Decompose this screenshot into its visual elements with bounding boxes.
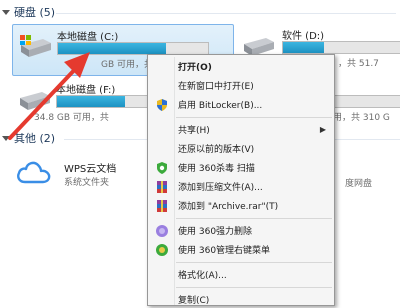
shield-icon xyxy=(157,99,167,111)
360-antivirus-icon xyxy=(157,162,167,174)
menu-item-bitlocker[interactable]: 启用 BitLocker(B)... xyxy=(150,96,332,113)
menu-separator xyxy=(176,262,332,263)
drive-c-usage-fill xyxy=(58,43,166,54)
wps-cloud-name: WPS云文档 xyxy=(64,164,117,175)
menu-item-add-archive-rar[interactable]: 添加到 "Archive.rar"(T) xyxy=(150,197,332,214)
drive-c-info: GB 可用，共 xyxy=(101,60,154,70)
collapse-arrow-icon[interactable] xyxy=(2,135,10,141)
other-header[interactable]: 其他 (2) xyxy=(2,130,55,146)
menu-item-360-manage[interactable]: 使用 360管理右键菜单 xyxy=(150,241,332,258)
menu-item-label: 打开(O) xyxy=(178,63,212,73)
drive-c-name: 本地磁盘 (C:) xyxy=(57,32,119,43)
drive-f-info: 34.8 GB 可用，共 xyxy=(34,113,109,123)
menu-item-restore-versions[interactable]: 还原以前的版本(V) xyxy=(150,140,332,157)
drive-d-info: ，共 51.7 xyxy=(338,59,379,69)
drive-f-usage-fill xyxy=(57,96,125,107)
other-label: 其他 (2) xyxy=(14,132,56,145)
context-menu: 打开(O) 在新窗口中打开(E) 启用 BitLocker(B)... 共享(H… xyxy=(147,54,335,306)
menu-item-label: 使用 360强力删除 xyxy=(178,227,253,237)
hard-disks-header[interactable]: 硬盘 (5) xyxy=(2,4,55,20)
section-divider xyxy=(56,13,396,14)
menu-item-label: 启用 BitLocker(B)... xyxy=(178,101,263,111)
cloud-icon xyxy=(17,161,51,184)
drive-d-usage-fill xyxy=(283,42,325,53)
menu-item-format[interactable]: 格式化(A)... xyxy=(150,266,332,283)
360-manage-icon xyxy=(156,244,168,256)
menu-item-add-archive[interactable]: 添加到压缩文件(A)... xyxy=(150,178,332,195)
menu-item-label: 在新窗口中打开(E) xyxy=(178,82,254,92)
drive-d-usage-bar xyxy=(282,41,400,54)
menu-item-label: 使用 360管理右键菜单 xyxy=(178,246,271,256)
menu-separator xyxy=(176,117,332,118)
winrar-icon xyxy=(157,200,167,212)
menu-item-label: 格式化(A)... xyxy=(178,271,227,281)
menu-item-label: 使用 360杀毒 扫描 xyxy=(178,164,255,174)
menu-item-open[interactable]: 打开(O) xyxy=(150,58,332,75)
collapse-arrow-icon[interactable] xyxy=(2,9,10,15)
menu-separator xyxy=(176,218,332,219)
submenu-arrow-icon: ▶ xyxy=(319,125,326,134)
menu-item-360-delete[interactable]: 使用 360强力删除 xyxy=(150,222,332,239)
hard-disks-label: 硬盘 (5) xyxy=(14,6,56,19)
wps-cloud-sub: 系统文件夹 xyxy=(64,178,110,188)
menu-item-label: 添加到压缩文件(A)... xyxy=(178,183,263,193)
menu-item-label: 还原以前的版本(V) xyxy=(178,145,255,155)
menu-item-share[interactable]: 共享(H) ▶ xyxy=(150,121,332,138)
drive-d-name: 软件 (D:) xyxy=(282,31,325,42)
menu-item-label: 添加到 "Archive.rar"(T) xyxy=(178,202,279,212)
menu-item-label: 共享(H) xyxy=(178,126,210,136)
wps-cloud-item[interactable]: WPS云文档 系统文件夹 xyxy=(14,154,144,194)
menu-item-360-scan[interactable]: 使用 360杀毒 扫描 xyxy=(150,159,332,176)
menu-separator xyxy=(176,287,332,288)
baidu-disk-sub: 度网盘 xyxy=(345,179,373,189)
menu-item-open-new-window[interactable]: 在新窗口中打开(E) xyxy=(150,77,332,94)
winrar-icon xyxy=(157,181,167,193)
360-delete-icon xyxy=(156,225,168,237)
windows-drive-icon xyxy=(20,35,51,57)
drive-f-name: 本地磁盘 (F:) xyxy=(56,85,116,96)
